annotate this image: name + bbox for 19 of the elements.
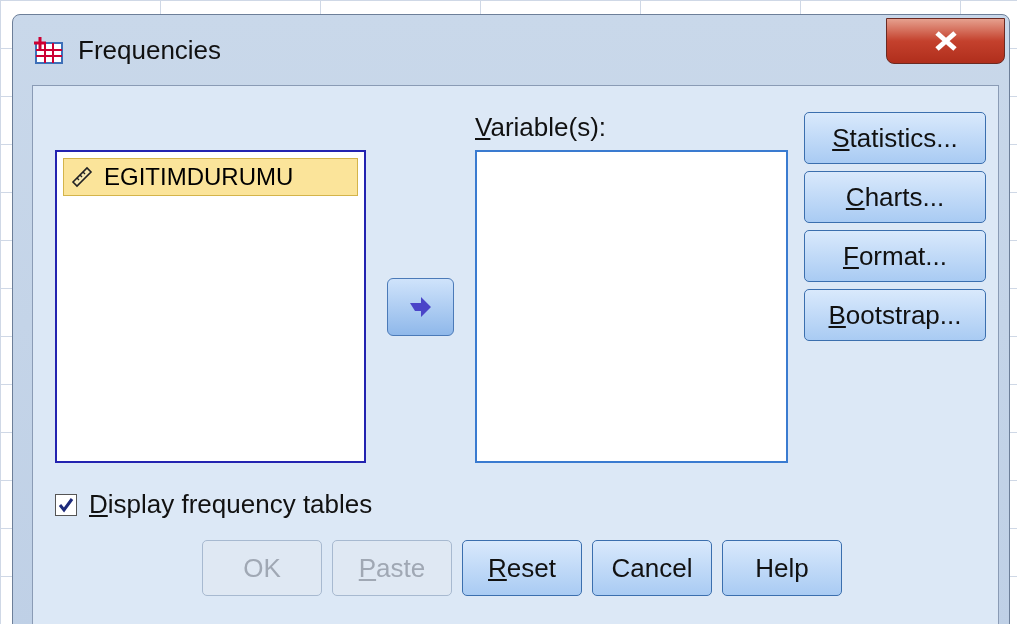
move-right-button[interactable] [386,277,454,336]
dialog-button[interactable]: Format... [804,230,986,282]
close-button[interactable] [886,18,1005,64]
variables-label: Variable(s): [475,112,607,144]
window-title: Frequencies [78,34,222,66]
dialog-button[interactable]: Reset [462,540,582,596]
dialog-button[interactable]: Statistics... [804,112,986,164]
variable-item[interactable]: EGITIMDURUMU [63,158,358,196]
ruler-icon [70,165,94,189]
app-icon [32,35,66,65]
dialog-button[interactable]: Bootstrap... [804,289,986,341]
dialog-button[interactable]: Charts... [804,171,986,223]
target-variable-list[interactable] [475,150,788,463]
source-variable-list[interactable]: EGITIMDURUMU [55,150,366,463]
dialog-button[interactable]: Cancel [592,540,712,596]
dialog-button[interactable]: Help [722,540,842,596]
checkbox[interactable] [55,493,77,516]
arrow-right-icon [407,294,434,319]
checkbox-label: Display frequency tables [89,489,373,520]
